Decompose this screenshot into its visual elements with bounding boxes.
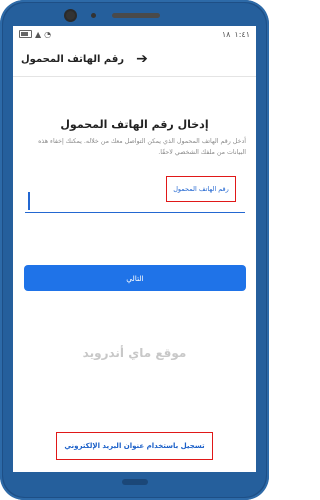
front-camera-icon	[66, 11, 75, 20]
arrow-right-icon[interactable]: ➔	[136, 52, 148, 66]
battery-icon	[19, 30, 32, 38]
phone-field-label: رقم الهاتف المحمول	[173, 185, 229, 193]
text-cursor	[28, 192, 30, 210]
wifi-icon: ◔	[44, 29, 52, 39]
register-with-email-link[interactable]: تسجيل باستخدام عنوان البريد الإلكتروني	[64, 442, 204, 450]
header-divider	[13, 76, 256, 77]
home-indicator	[122, 479, 148, 485]
status-left: ▲ ◔	[19, 30, 51, 39]
email-link-highlight: تسجيل باستخدام عنوان البريد الإلكتروني	[56, 432, 213, 460]
phone-number-input[interactable]	[25, 212, 245, 213]
app-screen: ▲ ◔ ١٨ ١:٤١ ➔ رقم الهاتف المحمول إدخال ر…	[13, 26, 256, 472]
watermark-text: موقع ماي أندرويد	[82, 346, 187, 360]
section-heading: إدخال رقم الهاتف المحمول	[60, 118, 209, 131]
page-title: رقم الهاتف المحمول	[21, 53, 125, 65]
status-bar: ▲ ◔ ١٨ ١:٤١	[13, 26, 256, 42]
app-bar: ➔ رقم الهاتف المحمول	[13, 44, 256, 74]
proximity-sensor-icon	[91, 13, 96, 18]
earpiece-speaker	[112, 13, 160, 18]
notification-count: ١٨	[221, 29, 231, 39]
description-text: أدخل رقم الهاتف المحمول الذي يمكن التواص…	[38, 138, 246, 156]
next-button[interactable]: التالي	[24, 265, 246, 291]
field-label-highlight: رقم الهاتف المحمول	[166, 176, 236, 202]
status-time: ١:٤١	[234, 29, 250, 39]
signal-icon: ▲	[35, 29, 42, 39]
status-right: ١٨ ١:٤١	[222, 30, 250, 39]
